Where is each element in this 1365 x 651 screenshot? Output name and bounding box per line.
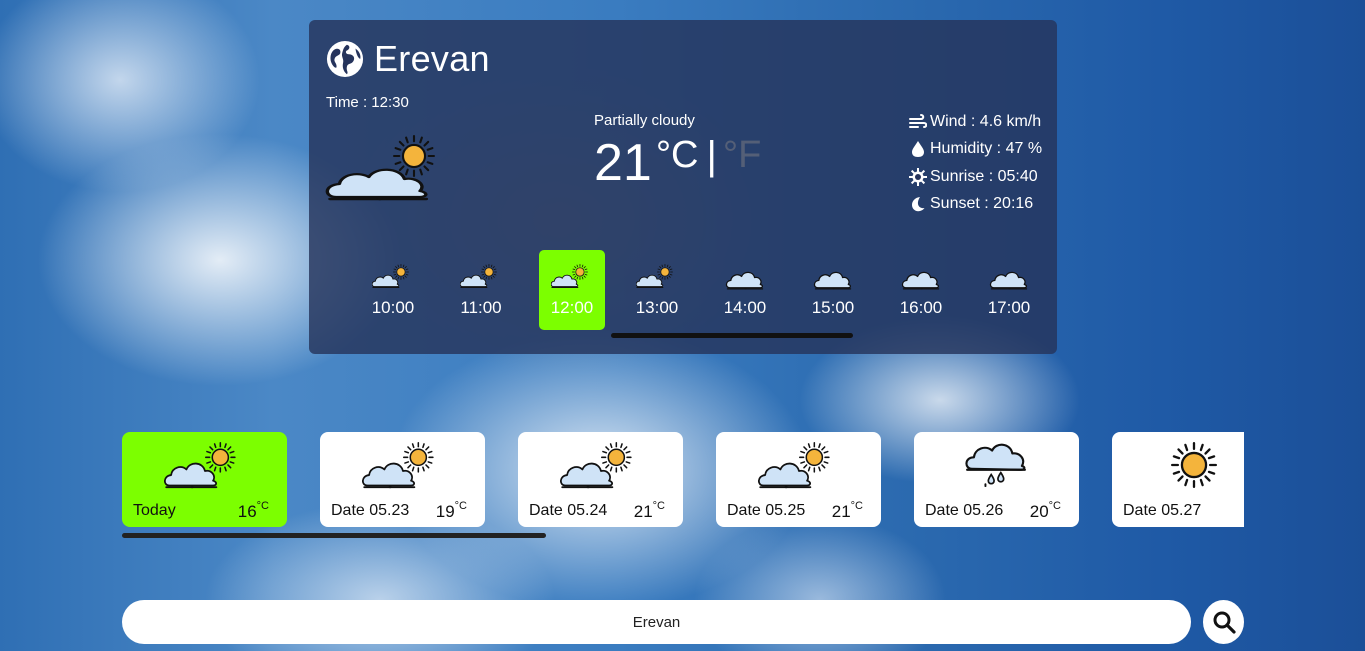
- current-conditions: Partially cloudy 21 °C | °F: [594, 112, 761, 193]
- hour-item-16[interactable]: 16:00: [888, 250, 954, 330]
- cloud-icon: [813, 271, 852, 290]
- day-temp: 16°C: [237, 500, 269, 521]
- day-label: Date 05.24: [529, 502, 608, 519]
- day-label: Today: [133, 502, 176, 519]
- sunrise-value: Sunrise : 05:40: [930, 167, 1038, 185]
- day-card-today[interactable]: Today 16°C: [122, 432, 287, 527]
- day-label: Date 05.27: [1123, 502, 1202, 519]
- unit-fahrenheit-toggle[interactable]: °F: [723, 133, 761, 177]
- hour-label: 13:00: [635, 298, 679, 317]
- droplet-icon: [912, 141, 924, 158]
- temperature-row: 21 °C | °F: [594, 133, 761, 193]
- day-card-0523[interactable]: Date 05.23 19°C: [320, 432, 485, 527]
- partly-cloudy-icon: [758, 442, 840, 492]
- unit-separator: |: [706, 134, 717, 178]
- cloud-icon: [989, 271, 1028, 290]
- current-time: Time : 12:30: [326, 94, 409, 111]
- city-header: Erevan: [326, 38, 490, 80]
- hour-label: 10:00: [371, 298, 415, 317]
- sun-gear-icon: [909, 167, 927, 186]
- sunrise-stat: Sunrise : 05:40: [909, 163, 1042, 191]
- partly-cloudy-icon: [326, 267, 330, 293]
- hour-item-14[interactable]: 14:00: [712, 250, 778, 330]
- day-card-0527[interactable]: Date 05.27 2: [1112, 432, 1244, 527]
- hour-item-13[interactable]: 13:00: [624, 250, 690, 330]
- sunset-value: Sunset : 20:16: [930, 195, 1034, 213]
- day-card-0525[interactable]: Date 05.25 21°C: [716, 432, 881, 527]
- search-input[interactable]: [122, 600, 1191, 644]
- moon-icon: [912, 197, 925, 212]
- hour-item-15[interactable]: 15:00: [800, 250, 866, 330]
- day-label: Date 05.25: [727, 502, 806, 519]
- partly-cloudy-icon: [362, 442, 444, 492]
- partly-cloudy-icon: [372, 264, 414, 290]
- wind-stat: Wind : 4.6 km/h: [909, 108, 1042, 136]
- globe-icon: [326, 40, 364, 78]
- hour-label: 16:00: [899, 298, 943, 317]
- search-button[interactable]: [1203, 600, 1244, 644]
- partly-cloudy-icon: [325, 135, 436, 201]
- city-name: Erevan: [374, 38, 490, 79]
- cloud-icon: [901, 271, 940, 290]
- daily-forecast[interactable]: Today 16°C Date 05.23 19°C Date 05.24 21…: [122, 432, 1244, 530]
- cloud-icon: [725, 271, 764, 290]
- condition-text: Partially cloudy: [594, 112, 695, 129]
- hour-item-17[interactable]: 17:00: [976, 250, 1042, 330]
- hour-label: 15:00: [811, 298, 855, 317]
- search-icon: [1213, 611, 1236, 634]
- current-weather-card: Erevan Time : 12:30 Partially cloudy 21 …: [309, 20, 1057, 354]
- humidity-stat: Humidity : 47 %: [909, 136, 1042, 164]
- daily-scrollbar[interactable]: [122, 533, 546, 538]
- day-card-0526[interactable]: Date 05.26 20°C: [914, 432, 1079, 527]
- day-temp: 21°C: [633, 500, 665, 521]
- hour-label: 14:00: [723, 298, 767, 317]
- sun-icon: [1171, 442, 1217, 488]
- unit-celsius-toggle[interactable]: °C: [656, 133, 699, 177]
- rain-cloud-icon: [965, 443, 1026, 488]
- hour-label: 17:00: [987, 298, 1031, 317]
- hourly-forecast[interactable]: 10:00 11:00 12:00 13:00 14:00 15:00 16:0…: [326, 250, 1040, 330]
- day-label: Date 05.23: [331, 502, 410, 519]
- day-temp: 20°C: [1029, 500, 1061, 521]
- sunset-stat: Sunset : 20:16: [909, 191, 1042, 219]
- wind-icon: [909, 113, 927, 128]
- weather-stats: Wind : 4.6 km/h Humidity : 47 % Sunrise …: [909, 108, 1042, 218]
- hour-label: 11:00: [460, 298, 502, 317]
- day-label: Date 05.26: [925, 502, 1004, 519]
- partly-cloudy-icon: [164, 442, 246, 492]
- hour-item-12-selected[interactable]: 12:00: [539, 250, 605, 330]
- current-temperature: 21: [594, 134, 652, 192]
- day-temp: 19°C: [435, 500, 467, 521]
- hour-item-11[interactable]: 11:00: [448, 250, 514, 330]
- hourly-scrollbar[interactable]: [611, 333, 853, 338]
- hour-label: 12:00: [550, 298, 594, 317]
- hour-item-10[interactable]: 10:00: [360, 250, 426, 330]
- wind-value: Wind : 4.6 km/h: [930, 112, 1042, 130]
- day-temp: 21°C: [831, 500, 863, 521]
- partly-cloudy-icon: [560, 442, 642, 492]
- humidity-value: Humidity : 47 %: [930, 140, 1043, 158]
- partly-cloudy-icon: [551, 264, 593, 290]
- partly-cloudy-icon: [636, 264, 678, 290]
- day-card-0524[interactable]: Date 05.24 21°C: [518, 432, 683, 527]
- partly-cloudy-icon: [460, 264, 502, 290]
